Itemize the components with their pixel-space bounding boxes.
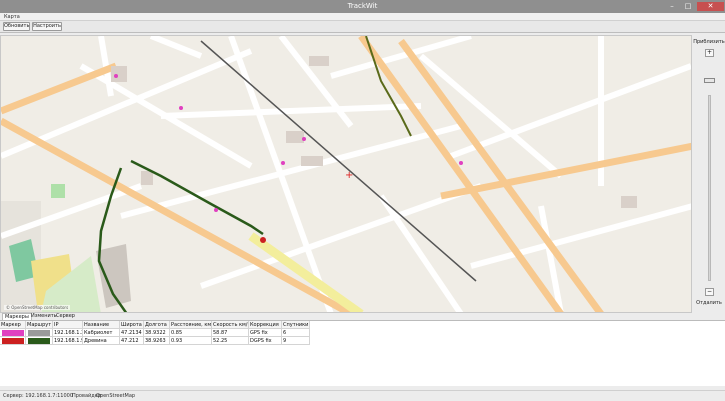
route-color-swatch bbox=[28, 338, 50, 344]
ip-cell: 192.168.1.3:1192 bbox=[53, 329, 83, 337]
column-header[interactable]: Скорость км/ч bbox=[212, 321, 249, 329]
zoom-slider-thumb[interactable] bbox=[704, 78, 715, 83]
lat-cell: 47.212 bbox=[120, 337, 144, 345]
column-header[interactable]: Широта bbox=[120, 321, 144, 329]
map-view[interactable]: + © OpenStreetMap contributors bbox=[0, 35, 692, 313]
route-cell bbox=[26, 337, 53, 345]
table-row[interactable]: 192.168.1.3:1192 Кабриолет 47.2134 38.93… bbox=[0, 329, 725, 337]
correction-cell: DGPS fix bbox=[249, 337, 282, 345]
route-cell bbox=[26, 329, 53, 337]
map-canvas[interactable]: + bbox=[1, 36, 692, 313]
minimize-button[interactable]: – bbox=[665, 2, 679, 11]
column-header[interactable]: Долгота bbox=[144, 321, 170, 329]
satellites-cell: 6 bbox=[282, 329, 310, 337]
satellites-cell: 9 bbox=[282, 337, 310, 345]
distance-cell: 0.93 bbox=[170, 337, 212, 345]
column-header[interactable]: Маркер bbox=[0, 321, 26, 329]
marker-color-swatch bbox=[2, 338, 24, 344]
park-area bbox=[51, 184, 65, 198]
zoom-slider-track[interactable] bbox=[708, 95, 711, 281]
menu-item-map[interactable]: Карта bbox=[4, 13, 20, 21]
menu-bar: Карта bbox=[0, 13, 725, 21]
zoom-out-button[interactable]: − bbox=[705, 288, 714, 296]
title-bar: TrackWit – □ ✕ bbox=[0, 0, 725, 13]
route-color-swatch bbox=[28, 330, 50, 336]
zoom-in-label: Приблизить bbox=[693, 39, 725, 45]
marker-cell bbox=[0, 337, 26, 345]
distance-cell: 0.85 bbox=[170, 329, 212, 337]
toolbar: Обновить Настроить bbox=[0, 21, 725, 33]
tab-bar: Маркеры Изменить Сервер bbox=[0, 313, 725, 320]
map-attribution: © OpenStreetMap contributors bbox=[4, 305, 71, 310]
column-header[interactable]: Коррекция bbox=[249, 321, 282, 329]
column-header[interactable]: Маршрут bbox=[26, 321, 53, 329]
vehicle-marker-drevina[interactable] bbox=[260, 237, 266, 243]
route-drevina bbox=[130, 159, 264, 236]
marker-cell bbox=[0, 329, 26, 337]
status-bar: Сервер: 192.168.1.7:11000 Провайдер: Ope… bbox=[0, 390, 725, 400]
window-title: TrackWit bbox=[347, 2, 378, 10]
close-button[interactable]: ✕ bbox=[697, 2, 724, 11]
marker-color-swatch bbox=[2, 330, 24, 336]
lon-cell: 38.9322 bbox=[144, 329, 170, 337]
speed-cell: 52.25 bbox=[212, 337, 249, 345]
speed-cell: 58.87 bbox=[212, 329, 249, 337]
table-row[interactable]: 192.168.1.9:1279 Древина 47.212 38.9263 … bbox=[0, 337, 725, 345]
zoom-out-label: Отдалить bbox=[696, 300, 722, 306]
column-header[interactable]: IP bbox=[53, 321, 83, 329]
maximize-button[interactable]: □ bbox=[681, 2, 695, 11]
column-header[interactable]: Спутники bbox=[282, 321, 310, 329]
building-block bbox=[96, 244, 131, 308]
zoom-in-button[interactable]: + bbox=[705, 49, 714, 57]
tab-markers[interactable]: Маркеры bbox=[2, 313, 32, 320]
column-header[interactable]: Расстояние, км bbox=[170, 321, 212, 329]
name-cell: Кабриолет bbox=[83, 329, 120, 337]
table-header-row: Маркер Маршрут IP Название Широта Долгот… bbox=[0, 321, 725, 329]
settings-button[interactable]: Настроить bbox=[32, 22, 62, 31]
map-center-crosshair: + bbox=[345, 170, 353, 181]
lon-cell: 38.9263 bbox=[144, 337, 170, 345]
refresh-button[interactable]: Обновить bbox=[3, 22, 30, 31]
name-cell: Древина bbox=[83, 337, 120, 345]
lat-cell: 47.2134 bbox=[120, 329, 144, 337]
column-header[interactable]: Название bbox=[83, 321, 120, 329]
zoom-panel: Приблизить + − Отдалить bbox=[693, 35, 725, 313]
correction-cell: GPS fix bbox=[249, 329, 282, 337]
tab-server[interactable]: Сервер bbox=[54, 313, 77, 320]
ip-cell: 192.168.1.9:1279 bbox=[53, 337, 83, 345]
markers-table: Маркер Маршрут IP Название Широта Долгот… bbox=[0, 320, 725, 386]
